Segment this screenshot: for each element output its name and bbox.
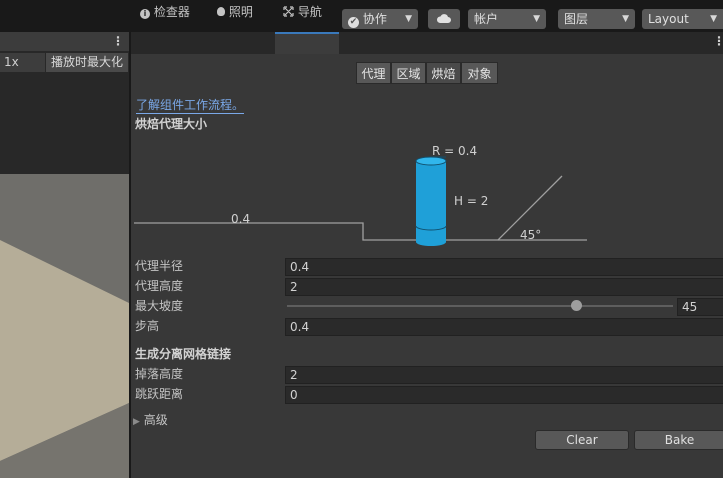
tab-inspector-label: 检查器 (153, 5, 190, 19)
check-circle-icon: ✔ (348, 17, 359, 28)
bake-agent-size-header: 烘焙代理大小 (135, 117, 208, 131)
tab-navigation-label: 导航 (297, 5, 322, 19)
step-height-label: 步高 (135, 319, 160, 333)
drop-height-label: 掉落高度 (135, 367, 184, 381)
info-icon: i (140, 9, 150, 19)
navigation-icon (283, 6, 294, 17)
chevron-down-icon: ▼ (533, 14, 540, 24)
bake-button[interactable]: Bake (634, 430, 723, 450)
step-label: 0.4 (231, 212, 250, 226)
scene-geometry (0, 240, 129, 478)
jump-distance-field[interactable]: 0 (285, 386, 723, 404)
foldout-arrow-icon: ▶ (133, 417, 140, 427)
layout-label: Layout (648, 12, 689, 26)
lightbulb-icon (217, 7, 225, 16)
chevron-down-icon: ▼ (710, 14, 717, 24)
tab-lighting[interactable]: 照明 (217, 2, 253, 22)
slope-label: 45° (520, 228, 541, 242)
collab-label: 协作 (362, 12, 387, 26)
scene-panel-header: ⋮ (0, 32, 129, 51)
tab-navigation[interactable]: 导航 (283, 2, 322, 22)
inspector-more-icon[interactable]: ⋮ (713, 34, 723, 48)
account-label: 帐户 (474, 12, 499, 26)
main-toolbar: ✔ 协作 ▼ 帐户 ▼ 图层 ▼ Layout ▼ (0, 5, 723, 32)
collab-button[interactable]: ✔ 协作 ▼ (342, 9, 418, 29)
cloud-icon (436, 14, 451, 23)
maximize-on-play-button[interactable]: 播放时最大化 (46, 53, 128, 72)
agent-radius-label: 代理半径 (135, 259, 184, 273)
chevron-down-icon: ▼ (622, 14, 629, 24)
help-link[interactable]: 了解组件工作流程。 (136, 97, 245, 114)
cloud-button[interactable] (428, 9, 460, 29)
advanced-foldout[interactable]: ▶ 高级 (133, 412, 168, 430)
max-slope-slider-track[interactable] (287, 305, 673, 307)
radius-label: R = 0.4 (432, 144, 477, 158)
segment-bake[interactable]: 烘焙 (426, 62, 461, 84)
tab-lighting-label: 照明 (228, 5, 253, 19)
scale-label[interactable]: 1x (0, 53, 45, 72)
advanced-label: 高级 (143, 413, 168, 427)
drop-height-field[interactable]: 2 (285, 366, 723, 384)
segment-areas[interactable]: 区域 (391, 62, 426, 84)
height-label: H = 2 (454, 194, 488, 208)
segment-object[interactable]: 对象 (461, 62, 498, 84)
max-slope-label: 最大坡度 (135, 299, 184, 313)
segment-agents[interactable]: 代理 (356, 62, 391, 84)
account-dropdown[interactable]: 帐户 ▼ (468, 9, 546, 29)
max-slope-slider-thumb[interactable] (571, 300, 582, 311)
layers-dropdown[interactable]: 图层 ▼ (558, 9, 635, 29)
agent-radius-field[interactable]: 0.4 (285, 258, 723, 276)
panel-divider[interactable] (129, 32, 131, 478)
agent-height-field[interactable]: 2 (285, 278, 723, 296)
more-options-icon[interactable]: ⋮ (112, 34, 124, 48)
chevron-down-icon: ▼ (405, 14, 412, 24)
agent-height-label: 代理高度 (135, 279, 184, 293)
layout-dropdown[interactable]: Layout ▼ (642, 9, 723, 29)
tab-navigation-active (275, 32, 339, 54)
jump-distance-label: 跳跃距离 (135, 387, 184, 401)
step-height-field[interactable]: 0.4 (285, 318, 723, 336)
tab-inspector[interactable]: i 检查器 (140, 2, 190, 22)
offmesh-links-header: 生成分离网格链接 (135, 347, 232, 361)
clear-button[interactable]: Clear (535, 430, 629, 450)
max-slope-field[interactable]: 45 (677, 298, 723, 316)
scene-viewport[interactable] (0, 174, 129, 478)
inspector-tabs-bar (131, 32, 723, 54)
agent-size-diagram: R = 0.4 H = 2 0.4 45° (134, 144, 587, 246)
layers-label: 图层 (564, 12, 589, 26)
